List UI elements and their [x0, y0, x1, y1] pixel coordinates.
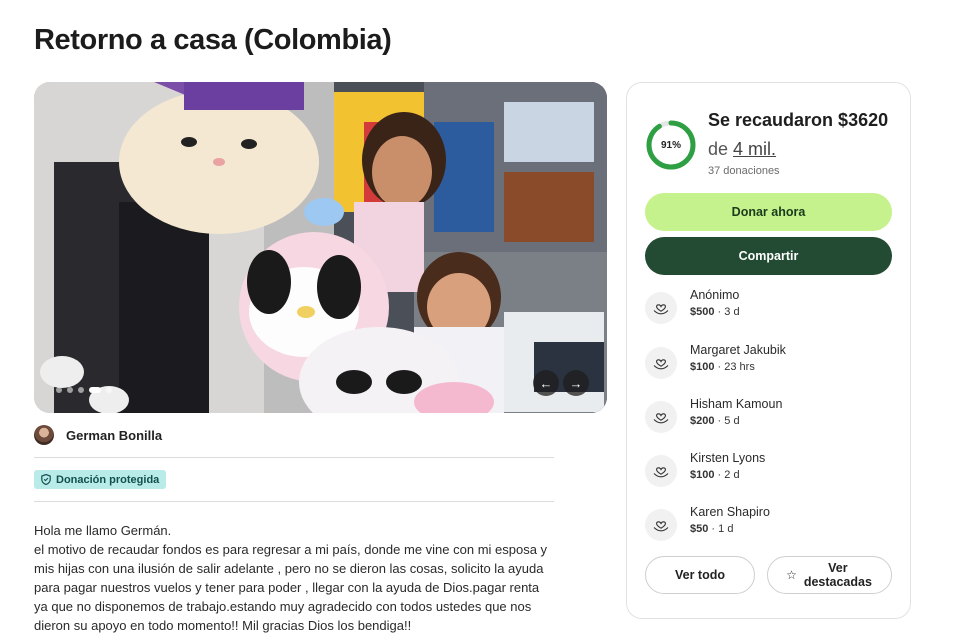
donor-row: Anónimo $500 · 3 d: [645, 288, 895, 328]
arrow-left-icon: ←: [539, 375, 553, 391]
donor-amount: $100: [690, 469, 715, 481]
donor-name: Kirsten Lyons: [690, 451, 766, 465]
separator: ·: [714, 361, 725, 373]
gallery-next-button[interactable]: →: [563, 370, 589, 396]
donor-amount: $50: [690, 523, 709, 535]
donor-row: Hisham Kamoun $200 · 5 d: [645, 397, 895, 437]
campaign-story: Hola me llamo Germán. el motivo de recau…: [34, 521, 554, 635]
gallery-dots[interactable]: [56, 387, 112, 393]
story-line: Hola me llamo Germán.: [34, 523, 172, 538]
divider: [34, 457, 554, 458]
heart-hand-icon: [645, 401, 677, 433]
progress-percent: 91%: [660, 139, 681, 151]
avatar[interactable]: [34, 425, 54, 445]
campaign-photo[interactable]: ← →: [34, 82, 607, 413]
donation-count: 37 donaciones: [708, 165, 780, 177]
gallery-dot[interactable]: [106, 387, 112, 393]
donor-meta: $500 · 3 d: [690, 306, 740, 318]
donor-time: 3 d: [724, 306, 740, 318]
see-top-label: Ver destacadas: [803, 561, 872, 589]
donor-time: 23 hrs: [724, 361, 755, 373]
goal-link[interactable]: 4 mil.: [733, 139, 776, 159]
donor-meta: $100 · 23 hrs: [690, 361, 755, 373]
campaign-image: [34, 82, 607, 413]
status-badge[interactable]: Donación protegida: [34, 470, 167, 489]
donor-amount: $200: [690, 415, 715, 427]
donor-amount: $500: [690, 306, 715, 318]
gallery-dot[interactable]: [67, 387, 73, 393]
gallery-dot[interactable]: [56, 387, 62, 393]
donor-amount: $100: [690, 361, 715, 373]
donor-row: Kirsten Lyons $100 · 2 d: [645, 451, 895, 491]
shield-icon: [41, 474, 51, 485]
see-top-button[interactable]: ☆ Ver destacadas: [767, 556, 892, 594]
donor-time: 5 d: [724, 415, 740, 427]
heart-hand-icon: [645, 292, 677, 324]
separator: ·: [714, 415, 725, 427]
donor-row: Karen Shapiro $50 · 1 d: [645, 505, 895, 545]
organizer[interactable]: German Bonilla: [34, 425, 162, 445]
raised-amount: Se recaudaron $3620: [708, 110, 889, 130]
donor-time: 2 d: [724, 469, 740, 481]
story-line: el motivo de recaudar fondos es para reg…: [34, 542, 548, 633]
donor-name: Hisham Kamoun: [690, 397, 783, 411]
donor-name: Margaret Jakubik: [690, 343, 786, 357]
gallery-dot[interactable]: [78, 387, 84, 393]
share-button[interactable]: Compartir: [645, 237, 892, 275]
donor-meta: $100 · 2 d: [690, 469, 740, 481]
heart-hand-icon: [645, 509, 677, 541]
see-all-button[interactable]: Ver todo: [645, 556, 755, 594]
gallery-prev-button[interactable]: ←: [533, 370, 559, 396]
separator: ·: [708, 523, 719, 535]
page-title: Retorno a casa (Colombia): [34, 24, 392, 56]
organizer-name[interactable]: German Bonilla: [66, 428, 162, 443]
donor-name: Karen Shapiro: [690, 505, 770, 519]
goal-amount: de 4 mil.: [708, 139, 776, 160]
donor-name: Anónimo: [690, 288, 740, 302]
donor-meta: $200 · 5 d: [690, 415, 740, 427]
badge-label: Donación protegida: [56, 473, 160, 486]
donate-button[interactable]: Donar ahora: [645, 193, 892, 231]
arrow-right-icon: →: [569, 375, 583, 391]
donation-card: 91% Se recaudaron $3620 de 4 mil. 37 don…: [626, 82, 911, 619]
separator: ·: [714, 306, 725, 318]
heart-hand-icon: [645, 347, 677, 379]
gallery-dot-active[interactable]: [89, 387, 101, 393]
donor-time: 1 d: [718, 523, 734, 535]
divider: [34, 501, 554, 502]
separator: ·: [714, 469, 725, 481]
star-icon: ☆: [786, 568, 797, 582]
heart-hand-icon: [645, 455, 677, 487]
donor-meta: $50 · 1 d: [690, 523, 733, 535]
goal-prefix: de: [708, 139, 729, 159]
donor-row: Margaret Jakubik $100 · 23 hrs: [645, 343, 895, 383]
